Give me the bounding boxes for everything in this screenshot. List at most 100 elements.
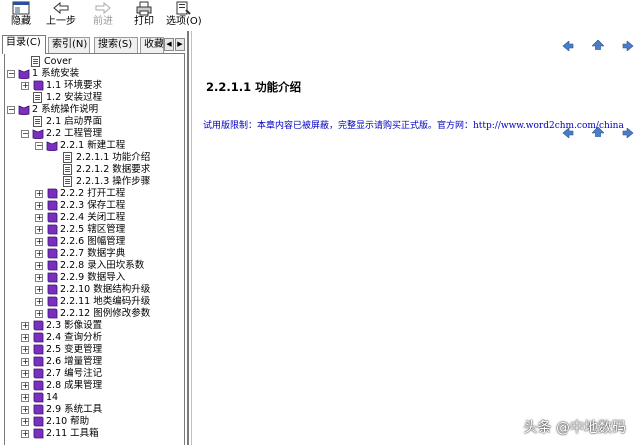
expand-icon[interactable]: + [21, 394, 29, 402]
tree-node-label: 2.1 启动界面 [46, 116, 103, 127]
expand-icon[interactable]: + [35, 262, 43, 270]
page-icon [63, 164, 72, 175]
tree-node-label: 2.6 增量管理 [46, 356, 103, 367]
expand-icon[interactable]: + [35, 298, 43, 306]
trial-notice: 试用版限制：本章内容已被屏蔽，完整显示请购买正式版。官方网：http://www… [203, 121, 624, 131]
next-topic-icon[interactable] [622, 41, 634, 51]
closed-book-icon [33, 404, 44, 415]
forward-arrow-icon [95, 1, 111, 15]
hide-button[interactable]: 隐藏 [8, 1, 34, 29]
tree-node-label: 2 系统操作说明 [32, 104, 99, 115]
print-label: 打印 [134, 16, 154, 27]
expand-icon[interactable]: + [21, 358, 29, 366]
parent-topic-icon-bottom[interactable] [592, 127, 604, 137]
expand-icon[interactable]: + [21, 370, 29, 378]
expand-icon[interactable]: + [21, 346, 29, 354]
closed-book-icon [47, 308, 58, 319]
expand-icon[interactable]: + [35, 190, 43, 198]
options-icon [176, 1, 191, 15]
expand-icon[interactable]: + [21, 322, 29, 330]
tree-node-label: 2.2.1.1 功能介绍 [76, 152, 151, 163]
expand-icon[interactable]: + [35, 238, 43, 246]
watermark: 头条 @中地数码 [523, 420, 626, 436]
tree-node-label: 2.2.2 打开工程 [60, 188, 126, 199]
toolbar: 隐藏 上一步 前进 打印 选项(O) [0, 0, 640, 30]
next-topic-icon-bottom[interactable] [622, 128, 634, 138]
closed-book-icon [33, 380, 44, 391]
previous-topic-icon-bottom[interactable] [562, 128, 574, 138]
open-book-icon [18, 69, 30, 79]
closed-book-icon [33, 416, 44, 427]
expand-icon[interactable]: + [21, 430, 29, 438]
tab-scroll-right-button[interactable]: ▶ [175, 38, 185, 51]
closed-book-icon [33, 332, 44, 343]
forward-button[interactable]: 前进 [90, 1, 116, 29]
back-label: 上一步 [46, 16, 76, 27]
tree-node-label: 2.2.7 数据字典 [60, 248, 126, 259]
tree-node-label: 2.3 影像设置 [46, 320, 103, 331]
tree-node-label: 1 系统安装 [32, 68, 80, 79]
tree-node-label: 2.2.5 辖区管理 [60, 224, 126, 235]
closed-book-icon [33, 392, 44, 403]
expand-icon[interactable]: + [21, 406, 29, 414]
previous-topic-icon[interactable] [562, 41, 574, 51]
closed-book-icon [33, 428, 44, 439]
tree-node-label: 2.2.1.3 操作步骤 [76, 176, 151, 187]
page-icon [33, 92, 42, 103]
expand-icon[interactable]: + [21, 82, 29, 90]
collapse-icon[interactable]: − [7, 106, 15, 114]
closed-book-icon [47, 236, 58, 247]
closed-book-icon [33, 320, 44, 331]
hide-label: 隐藏 [11, 16, 31, 27]
navigation-pane: 目录(C) 索引(N) 搜索(S) 收藏 ◀ ▶ Cover − 1 系统安装 +1.… [0, 31, 189, 445]
tree-node-label: 2.2.8 录入田坎系数 [60, 260, 145, 271]
tree-node-label: 2.2.10 数据结构升级 [60, 284, 151, 295]
expand-icon[interactable]: + [35, 214, 43, 222]
forward-label: 前进 [93, 16, 113, 27]
tab-search[interactable]: 搜索(S) [94, 37, 138, 53]
expand-icon[interactable]: + [35, 310, 43, 318]
back-arrow-icon [53, 1, 69, 15]
tree-node-label: 2.2 工程管理 [46, 128, 103, 139]
tab-index[interactable]: 索引(N) [48, 37, 90, 53]
closed-book-icon [33, 344, 44, 355]
tree-node-label: 2.2.4 关闭工程 [60, 212, 126, 223]
tree-node-label: 2.2.12 图例修改参数 [60, 308, 151, 319]
tab-scroll-left-button[interactable]: ◀ [164, 38, 174, 51]
expand-icon[interactable]: + [35, 274, 43, 282]
tree-node-label: 2.2.9 数据导入 [60, 272, 126, 283]
options-button[interactable]: 选项(O) [166, 1, 202, 29]
scroll-right-icon: ▶ [177, 40, 183, 48]
closed-book-icon [47, 224, 58, 235]
tab-contents[interactable]: 目录(C) [2, 35, 46, 54]
tree-node-label: 2.2.1.2 数据要求 [76, 164, 151, 175]
back-button[interactable]: 上一步 [44, 1, 78, 29]
collapse-icon[interactable]: − [35, 142, 43, 150]
print-button[interactable]: 打印 [132, 1, 156, 29]
topic-title: 2.2.1.1 功能介绍 [206, 80, 302, 94]
tab-favorites[interactable]: 收藏 [140, 37, 164, 53]
tree-node-label: 2.9 系统工具 [46, 404, 103, 415]
collapse-icon[interactable]: − [21, 130, 29, 138]
closed-book-icon [33, 356, 44, 367]
tree-node-label: 2.2.6 图幅管理 [60, 236, 126, 247]
tree-node-label: 2.5 变更管理 [46, 344, 103, 355]
expand-icon[interactable]: + [21, 382, 29, 390]
tree-node-label: 1.2 安装过程 [46, 92, 103, 103]
expand-icon[interactable]: + [35, 226, 43, 234]
closed-book-icon [47, 188, 58, 199]
tree-node-label: Cover [44, 56, 72, 67]
expand-icon[interactable]: + [21, 334, 29, 342]
hide-pane-icon [12, 1, 30, 15]
printer-icon [136, 1, 152, 16]
closed-book-icon [33, 368, 44, 379]
open-book-icon [32, 129, 44, 139]
collapse-icon[interactable]: − [7, 70, 15, 78]
expand-icon[interactable]: + [21, 418, 29, 426]
expand-icon[interactable]: + [35, 202, 43, 210]
parent-topic-icon[interactable] [592, 40, 604, 50]
expand-icon[interactable]: + [35, 286, 43, 294]
closed-book-icon [47, 212, 58, 223]
contents-tree: Cover −1 系统安装 +1.1 环境要求 1.2 安装过程 −2 系统操作说明 2.… [4, 53, 185, 445]
expand-icon[interactable]: + [35, 250, 43, 258]
